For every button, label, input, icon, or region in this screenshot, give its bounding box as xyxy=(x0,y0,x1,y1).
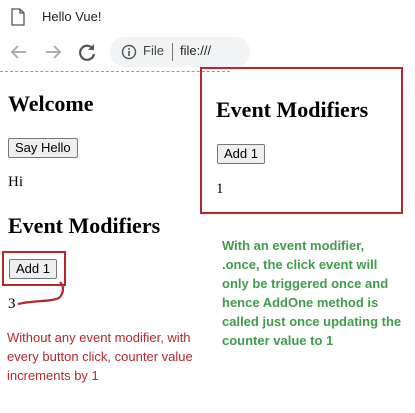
screenshot-cut-edge xyxy=(0,71,230,72)
add-one-once-button[interactable]: Add 1 xyxy=(217,144,265,164)
document-icon xyxy=(11,8,25,26)
welcome-heading: Welcome xyxy=(8,91,94,116)
say-hello-button[interactable]: Say Hello xyxy=(8,138,78,158)
scheme-label: File xyxy=(143,43,164,58)
highlight-box-once-modifier xyxy=(200,67,403,214)
event-modifiers-heading: Event Modifiers xyxy=(8,213,161,238)
tab-title: Hello Vue! xyxy=(42,9,102,24)
back-arrow-icon[interactable] xyxy=(8,41,30,63)
counter-value-once: 1 xyxy=(216,181,224,197)
greeting-text: Hi xyxy=(8,174,23,190)
info-icon[interactable] xyxy=(121,44,137,60)
no-modifier-note: Without any event modifier, with every b… xyxy=(7,330,193,383)
annotation-connector xyxy=(17,281,65,306)
omnibox-separator xyxy=(172,43,173,61)
url-text[interactable]: file:/// xyxy=(180,43,211,58)
once-modifier-note: With an event modifier, .once, the click… xyxy=(222,238,402,348)
browser-tab[interactable] xyxy=(0,0,230,33)
event-modifiers-heading-once: Event Modifiers xyxy=(216,97,369,122)
forward-arrow-icon[interactable] xyxy=(42,41,64,63)
reload-icon[interactable] xyxy=(76,41,98,63)
